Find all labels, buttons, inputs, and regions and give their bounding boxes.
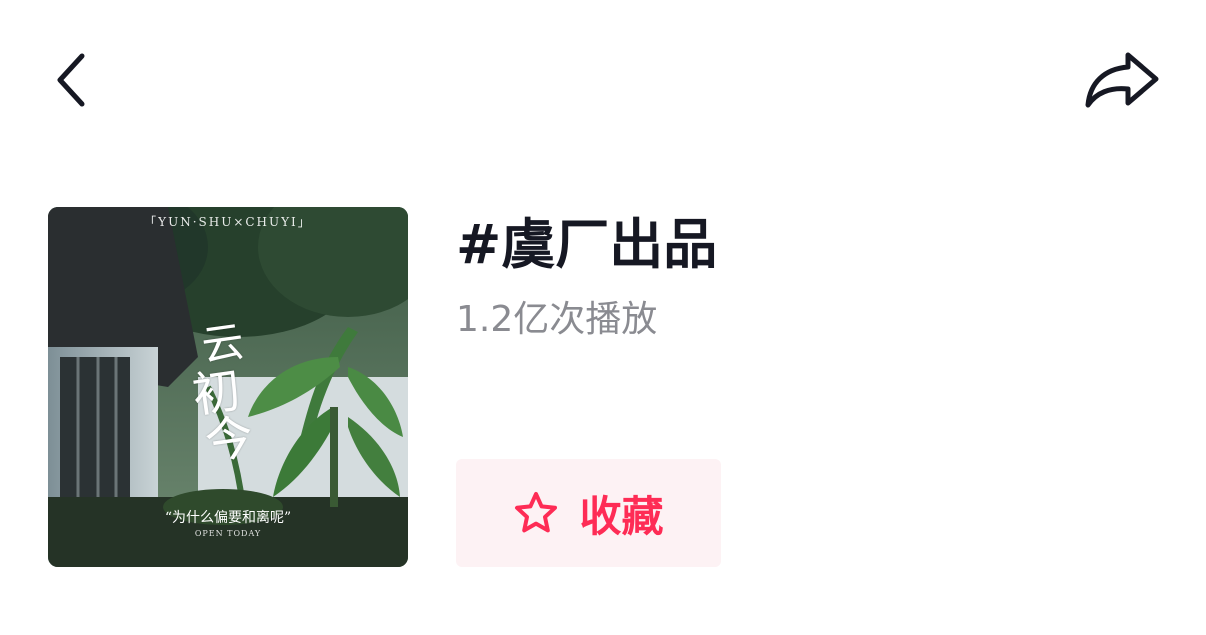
cover-top-text: 「YUN·SHU×CHUYI」 — [144, 215, 312, 229]
share-button[interactable] — [1076, 44, 1168, 116]
chevron-left-icon — [57, 53, 85, 107]
share-arrow-icon — [1085, 52, 1159, 108]
favorite-button[interactable]: 收藏 — [456, 459, 721, 567]
topic-page: 「YUN·SHU×CHUYI」 云 初 今 “为什么偏要和离呢” OPEN TO… — [0, 0, 1206, 635]
favorite-label: 收藏 — [579, 491, 664, 541]
cover-open-text: OPEN TODAY — [194, 529, 262, 538]
topic-title: #虞厂出品 — [456, 213, 718, 276]
cover-calligraphy: 云 初 今 — [189, 311, 303, 471]
topic-cover-image[interactable]: 「YUN·SHU×CHUYI」 云 初 今 “为什么偏要和离呢” OPEN TO… — [48, 207, 408, 567]
play-count: 1.2亿次播放 — [456, 299, 658, 340]
back-button[interactable] — [40, 44, 104, 116]
star-outline-icon — [513, 490, 559, 536]
cover-quote: “为什么偏要和离呢” — [164, 510, 292, 526]
